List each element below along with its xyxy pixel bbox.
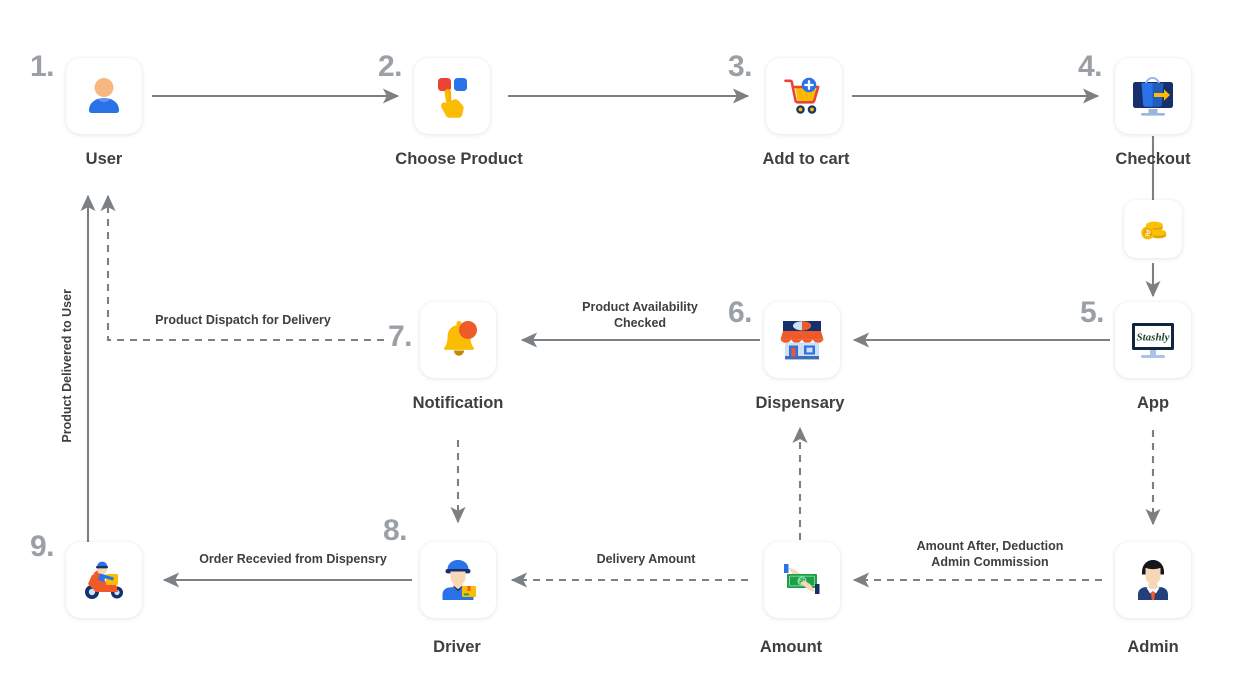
monitor-shopping-bag-icon [1133, 76, 1173, 116]
step-number-3: 3. [728, 50, 753, 83]
node-checkout[interactable] [1115, 58, 1191, 134]
node-label-admin: Admin [1127, 638, 1179, 656]
step-number-5: 5. [1080, 296, 1105, 329]
node-label-add-to-cart: Add to cart [762, 150, 850, 168]
node-choose-product[interactable] [414, 58, 490, 134]
node-label-driver: Driver [433, 638, 481, 656]
node-label-checkout: Checkout [1115, 150, 1191, 168]
node-amount[interactable] [764, 542, 840, 618]
step-number-6: 6. [728, 296, 753, 329]
node-label-app: App [1136, 394, 1170, 412]
step-number-1: 1. [30, 50, 55, 83]
storefront-icon [780, 321, 824, 360]
node-app[interactable]: Stashly [1115, 302, 1191, 378]
delivery-scooter-icon [85, 561, 123, 599]
step-number-2: 2. [378, 50, 403, 83]
monitor-app-logo-icon: Stashly [1132, 323, 1174, 358]
edge-label-product-delivered: Product Delivered to User [60, 289, 75, 443]
node-label-user: User [85, 150, 123, 168]
node-add-to-cart[interactable] [766, 58, 842, 134]
cash-exchange-icon [784, 564, 820, 594]
node-label-dispensary: Dispensary [755, 394, 845, 412]
flowchart-diagram: 1. User 2. Choose Product 3. Add to cart… [0, 0, 1250, 693]
node-notification[interactable] [420, 302, 496, 378]
hand-select-icon [438, 78, 467, 118]
edge-label-amount-after-deduction: Amount After, Deduction Admin Commission [916, 539, 1064, 569]
user-avatar-icon [89, 78, 119, 113]
delivery-person-icon [442, 560, 476, 600]
edge-label-product-dispatch: Product Dispatch for Delivery [155, 313, 331, 327]
node-admin[interactable] [1115, 542, 1191, 618]
edge-label-delivery-amount: Delivery Amount [596, 552, 696, 566]
gold-coins-icon [1141, 221, 1167, 240]
shopping-cart-plus-icon [784, 77, 820, 114]
edges-layer [80, 88, 1161, 588]
node-label-choose-product: Choose Product [395, 150, 523, 168]
node-dispensary[interactable] [764, 302, 840, 378]
node-payment-coins[interactable] [1124, 200, 1182, 258]
step-number-8: 8. [383, 514, 408, 547]
node-label-amount: Amount [759, 638, 823, 656]
node-delivery-scooter[interactable] [66, 542, 142, 618]
business-person-icon [1138, 560, 1168, 600]
step-number-4: 4. [1078, 50, 1103, 83]
bell-alert-icon [444, 321, 477, 356]
edge-label-order-received: Order Recevied from Dispensry [199, 552, 387, 566]
node-driver[interactable] [420, 542, 496, 618]
step-number-9: 9. [30, 530, 55, 563]
node-label-notification: Notification [412, 394, 504, 412]
app-logo-text: Stashly [1136, 332, 1169, 344]
edge-label-product-availability: Product Availability Checked [582, 300, 698, 330]
node-user[interactable] [66, 58, 142, 134]
step-number-7: 7. [388, 320, 413, 353]
